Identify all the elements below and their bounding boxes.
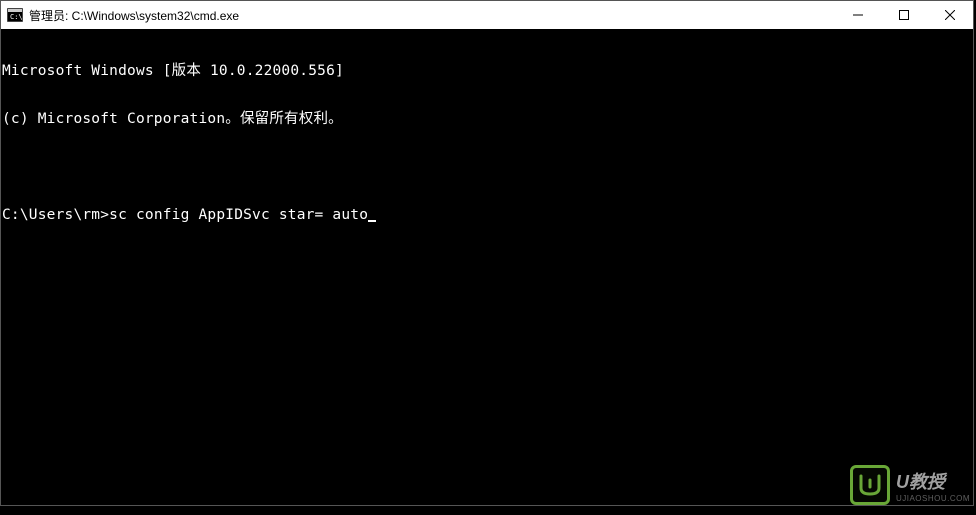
prompt: C:\Users\rm> xyxy=(2,207,109,223)
minimize-icon xyxy=(853,10,863,20)
cmd-icon: C:\ xyxy=(7,8,23,22)
text-cursor xyxy=(368,220,376,222)
terminal-area[interactable]: Microsoft Windows [版本 10.0.22000.556] (c… xyxy=(1,29,973,505)
close-button[interactable] xyxy=(927,1,973,29)
maximize-button[interactable] xyxy=(881,1,927,29)
close-icon xyxy=(945,10,955,20)
svg-text:C:\: C:\ xyxy=(10,13,23,21)
output-line: (c) Microsoft Corporation。保留所有权利。 xyxy=(2,111,972,127)
prompt-line: C:\Users\rm>sc config AppIDSvc star= aut… xyxy=(2,207,972,223)
titlebar: C:\ 管理员: C:\Windows\system32\cmd.exe xyxy=(1,1,973,29)
watermark-url: UJIAOSHOU.COM xyxy=(896,494,970,503)
watermark: U教授 UJIAOSHOU.COM xyxy=(850,465,970,505)
watermark-brand: U教授 xyxy=(896,468,970,494)
window-controls xyxy=(835,1,973,29)
maximize-icon xyxy=(899,10,909,20)
cmd-window: C:\ 管理员: C:\Windows\system32\cmd.exe xyxy=(0,0,974,506)
watermark-logo-icon xyxy=(850,465,890,505)
minimize-button[interactable] xyxy=(835,1,881,29)
watermark-text: U教授 UJIAOSHOU.COM xyxy=(896,468,970,503)
command-input[interactable]: sc config AppIDSvc star= auto xyxy=(109,207,368,223)
output-line: Microsoft Windows [版本 10.0.22000.556] xyxy=(2,63,972,79)
window-title: 管理员: C:\Windows\system32\cmd.exe xyxy=(29,7,835,24)
blank-line xyxy=(2,159,972,175)
